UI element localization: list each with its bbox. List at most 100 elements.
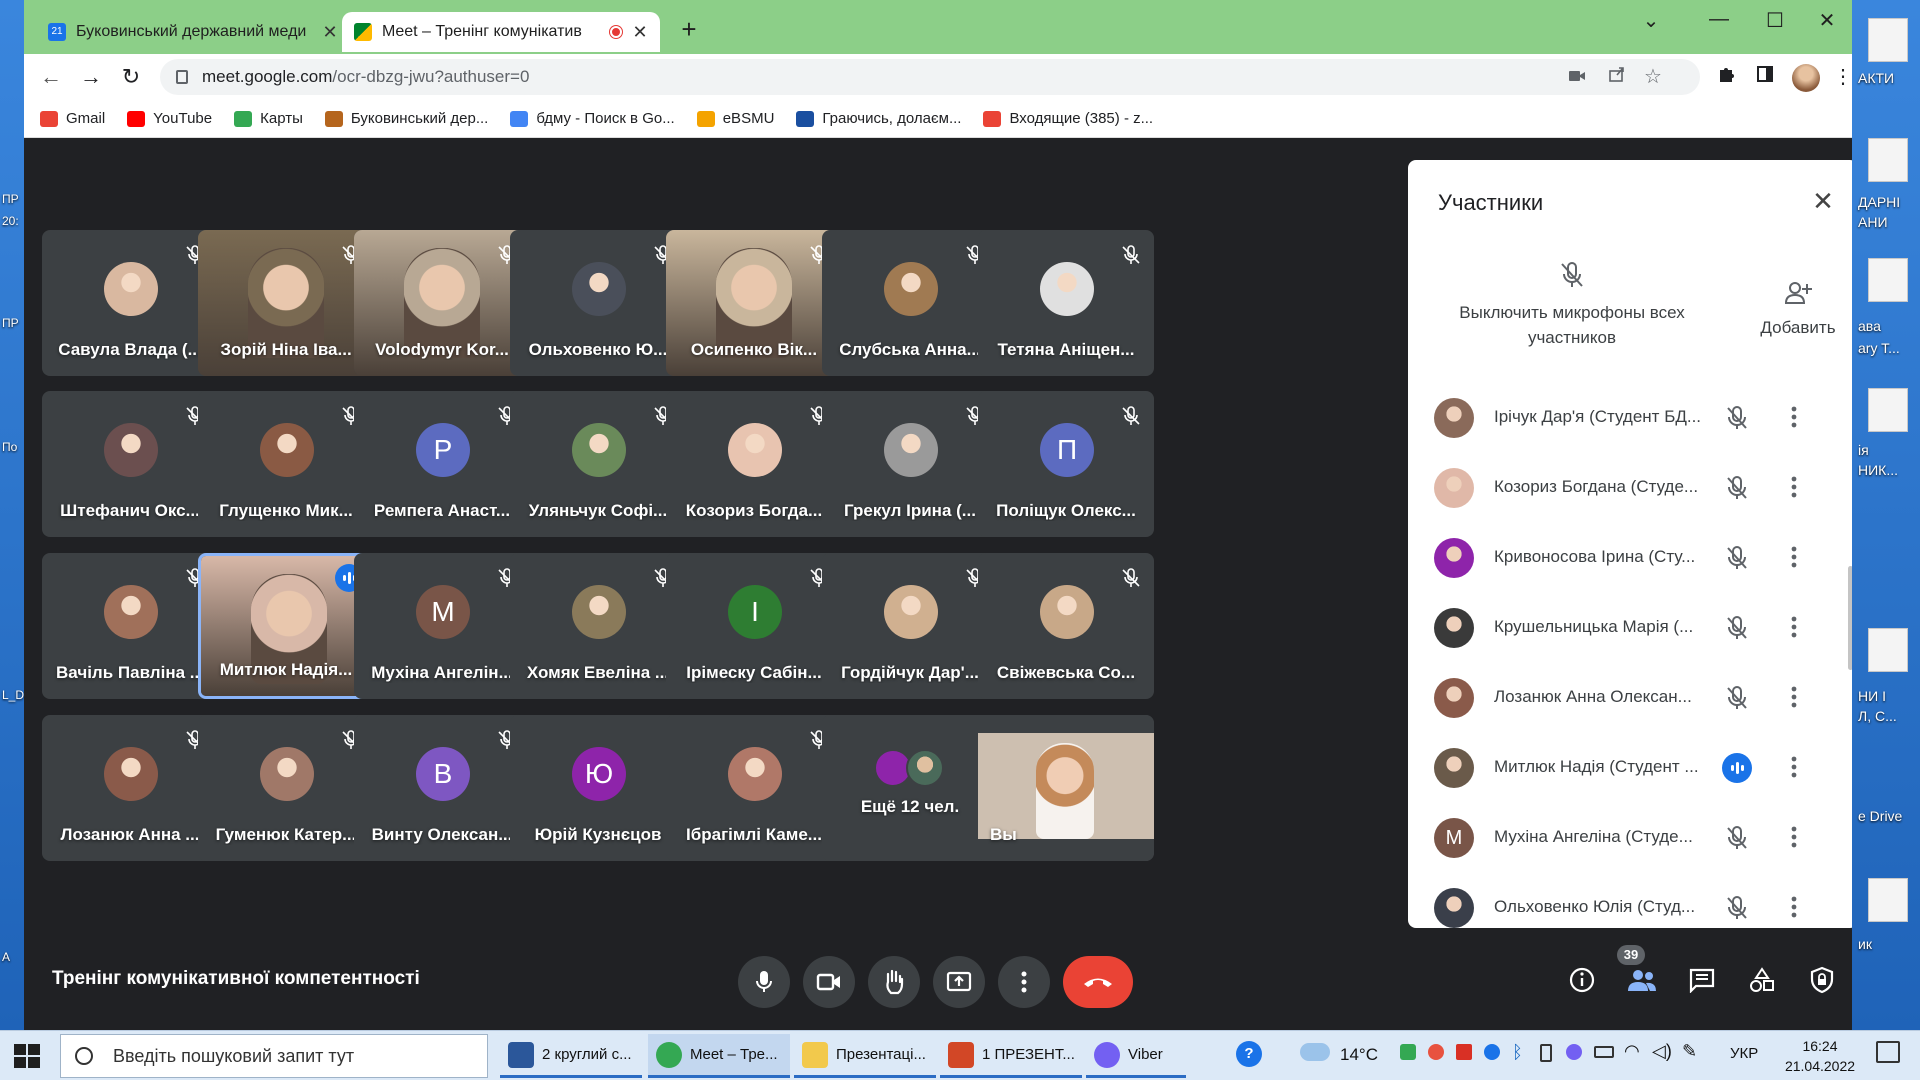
participant-tile[interactable]: Свіжевська Со... <box>978 553 1154 699</box>
tab-close-icon[interactable]: ✕ <box>322 22 338 43</box>
desktop-file-icon[interactable] <box>1868 388 1908 432</box>
mute-participant-icon[interactable] <box>1723 544 1751 572</box>
participant-more-icon[interactable] <box>1784 682 1804 712</box>
participant-more-icon[interactable] <box>1784 752 1804 782</box>
participant-more-icon[interactable] <box>1784 402 1804 432</box>
input-language[interactable]: УКР <box>1730 1045 1758 1062</box>
chrome-tray-icon[interactable] <box>1428 1044 1444 1060</box>
participant-tile[interactable]: Ю Юрій Кузнєцов <box>510 715 686 861</box>
participant-more-icon[interactable] <box>1784 892 1804 922</box>
address-bar[interactable]: meet.google.com/ocr-dbzg-jwu?authuser=0 <box>160 59 1700 95</box>
desktop-file-icon[interactable] <box>1868 258 1908 302</box>
side-panel-icon[interactable] <box>1752 64 1778 90</box>
participant-row[interactable]: Ірічук Дар'я (Студент БД... <box>1408 382 1852 452</box>
notifications-icon[interactable] <box>1876 1041 1900 1063</box>
participant-tile[interactable]: Савула Влада (... <box>42 230 218 376</box>
participant-tile[interactable]: Ещё 12 чел. <box>822 715 998 861</box>
participant-row[interactable]: M Мухіна Ангеліна (Студе... <box>1408 802 1852 872</box>
participant-tile[interactable]: P Ремпега Анаст... <box>354 391 530 537</box>
share-icon[interactable] <box>1604 64 1630 90</box>
more-options-button[interactable] <box>998 956 1050 1008</box>
drive-tray-icon[interactable] <box>1400 1044 1416 1060</box>
participant-more-icon[interactable] <box>1784 472 1804 502</box>
participant-tile[interactable]: Штефанич Окс... <box>42 391 218 537</box>
raise-hand-button[interactable] <box>868 956 920 1008</box>
participant-tile[interactable]: Глущенко Мик... <box>198 391 374 537</box>
close-window-button[interactable]: ✕ <box>1812 8 1842 33</box>
participant-tile[interactable]: Хомяк Евеліна ... <box>510 553 686 699</box>
help-icon[interactable]: ? <box>1236 1041 1262 1067</box>
participant-tile[interactable]: Слубська Анна... <box>822 230 998 376</box>
extensions-puzzle-icon[interactable] <box>1714 64 1740 90</box>
taskbar-search-box[interactable]: Введіть пошуковий запит тут <box>60 1034 488 1078</box>
tab-university[interactable]: 21 Буковинський державний меди ✕ <box>36 12 350 52</box>
participant-tile[interactable]: B Винту Олексан... <box>354 715 530 861</box>
participant-row[interactable]: Ольховенко Юлія (Студ... <box>1408 872 1852 928</box>
antivirus-tray-icon[interactable] <box>1456 1044 1472 1060</box>
bluetooth-icon[interactable]: ᛒ <box>1512 1042 1523 1063</box>
mute-participant-icon[interactable] <box>1723 404 1751 432</box>
camera-button[interactable] <box>803 956 855 1008</box>
viber-tray-icon[interactable] <box>1566 1044 1582 1060</box>
participant-tile[interactable]: Лозанюк Анна ... <box>42 715 218 861</box>
participant-tile[interactable]: Грекул Ірина (... <box>822 391 998 537</box>
mute-participant-icon[interactable] <box>1723 614 1751 642</box>
participant-tile[interactable]: П Поліщук Олекс... <box>978 391 1154 537</box>
mute-participant-icon[interactable] <box>1723 684 1751 712</box>
taskbar-app[interactable]: 1 ПРЕЗЕНТ... <box>940 1034 1082 1078</box>
reload-icon[interactable]: ↻ <box>116 62 146 92</box>
participant-tile[interactable]: Зорій Ніна Іва... <box>198 230 374 376</box>
mute-participant-icon[interactable] <box>1723 824 1751 852</box>
participant-tile[interactable]: Козориз Богда... <box>666 391 842 537</box>
bookmark-item[interactable]: Граючись, долаєм... <box>796 110 961 127</box>
mute-participant-icon[interactable] <box>1723 894 1751 922</box>
desktop-file-icon[interactable] <box>1868 878 1908 922</box>
participant-tile[interactable]: Гуменюк Катер... <box>198 715 374 861</box>
bookmark-star-icon[interactable]: ☆ <box>1640 64 1666 90</box>
participant-tile[interactable]: Митлюк Надія... <box>198 553 374 699</box>
wifi-icon[interactable]: ◠ <box>1624 1041 1640 1062</box>
add-participant-button[interactable]: Добавить <box>1748 278 1848 338</box>
profile-avatar[interactable] <box>1792 64 1820 92</box>
participant-row[interactable]: Крушельницька Марія (... <box>1408 592 1852 662</box>
new-tab-button[interactable]: + <box>674 14 704 45</box>
taskbar-app[interactable]: Meet – Тре... <box>648 1034 790 1078</box>
mute-participant-icon[interactable] <box>1723 474 1751 502</box>
edit-pen-icon[interactable]: ✎ <box>1682 1041 1697 1062</box>
desktop-file-icon[interactable] <box>1868 18 1908 62</box>
participant-more-icon[interactable] <box>1784 822 1804 852</box>
forward-arrow-icon[interactable]: → <box>76 62 106 92</box>
bookmark-item[interactable]: Входящие (385) - z... <box>983 110 1153 127</box>
desktop-file-icon[interactable] <box>1868 628 1908 672</box>
microphone-button[interactable] <box>738 956 790 1008</box>
tab-close-icon[interactable]: ✕ <box>632 22 648 43</box>
weather-temperature[interactable]: 14°C <box>1340 1045 1378 1065</box>
leave-call-button[interactable] <box>1063 956 1133 1008</box>
back-arrow-icon[interactable]: ← <box>36 62 66 92</box>
bookmark-item[interactable]: Карты <box>234 110 303 127</box>
participant-more-icon[interactable] <box>1784 612 1804 642</box>
chat-button[interactable] <box>1682 960 1722 1000</box>
participant-more-icon[interactable] <box>1784 542 1804 572</box>
tab-search-icon[interactable]: ⌄ <box>1636 8 1666 33</box>
participant-tile[interactable]: M Мухіна Ангелін... <box>354 553 530 699</box>
participant-row[interactable]: Козориз Богдана (Студе... <box>1408 452 1852 522</box>
participant-tile[interactable]: Гордійчук Дар'... <box>822 553 998 699</box>
bookmark-item[interactable]: Буковинський дер... <box>324 110 488 127</box>
participant-tile[interactable]: Уляньчук Софі... <box>510 391 686 537</box>
participant-tile[interactable]: Вы <box>978 715 1154 861</box>
meeting-details-button[interactable] <box>1562 960 1602 1000</box>
chrome-menu-icon[interactable]: ⋮ <box>1830 64 1852 90</box>
participant-tile[interactable]: I Ірімеску Сабін... <box>666 553 842 699</box>
usb-device-icon[interactable] <box>1540 1044 1552 1062</box>
participant-tile[interactable]: Вачіль Павліна ... <box>42 553 218 699</box>
participant-tile[interactable]: Осипенко Вік... <box>666 230 842 376</box>
participant-row[interactable]: Лозанюк Анна Олексан... <box>1408 662 1852 732</box>
desktop-file-icon[interactable] <box>1868 138 1908 182</box>
taskbar-app[interactable]: 2 круглий с... <box>500 1034 642 1078</box>
bookmark-item[interactable]: eBSMU <box>696 110 774 127</box>
participant-tile[interactable]: Ольховенко Ю... <box>510 230 686 376</box>
system-clock[interactable]: 16:24 21.04.2022 <box>1780 1036 1860 1076</box>
windows-start-icon[interactable] <box>10 1041 44 1071</box>
participant-row[interactable]: Митлюк Надія (Студент ... <box>1408 732 1852 802</box>
